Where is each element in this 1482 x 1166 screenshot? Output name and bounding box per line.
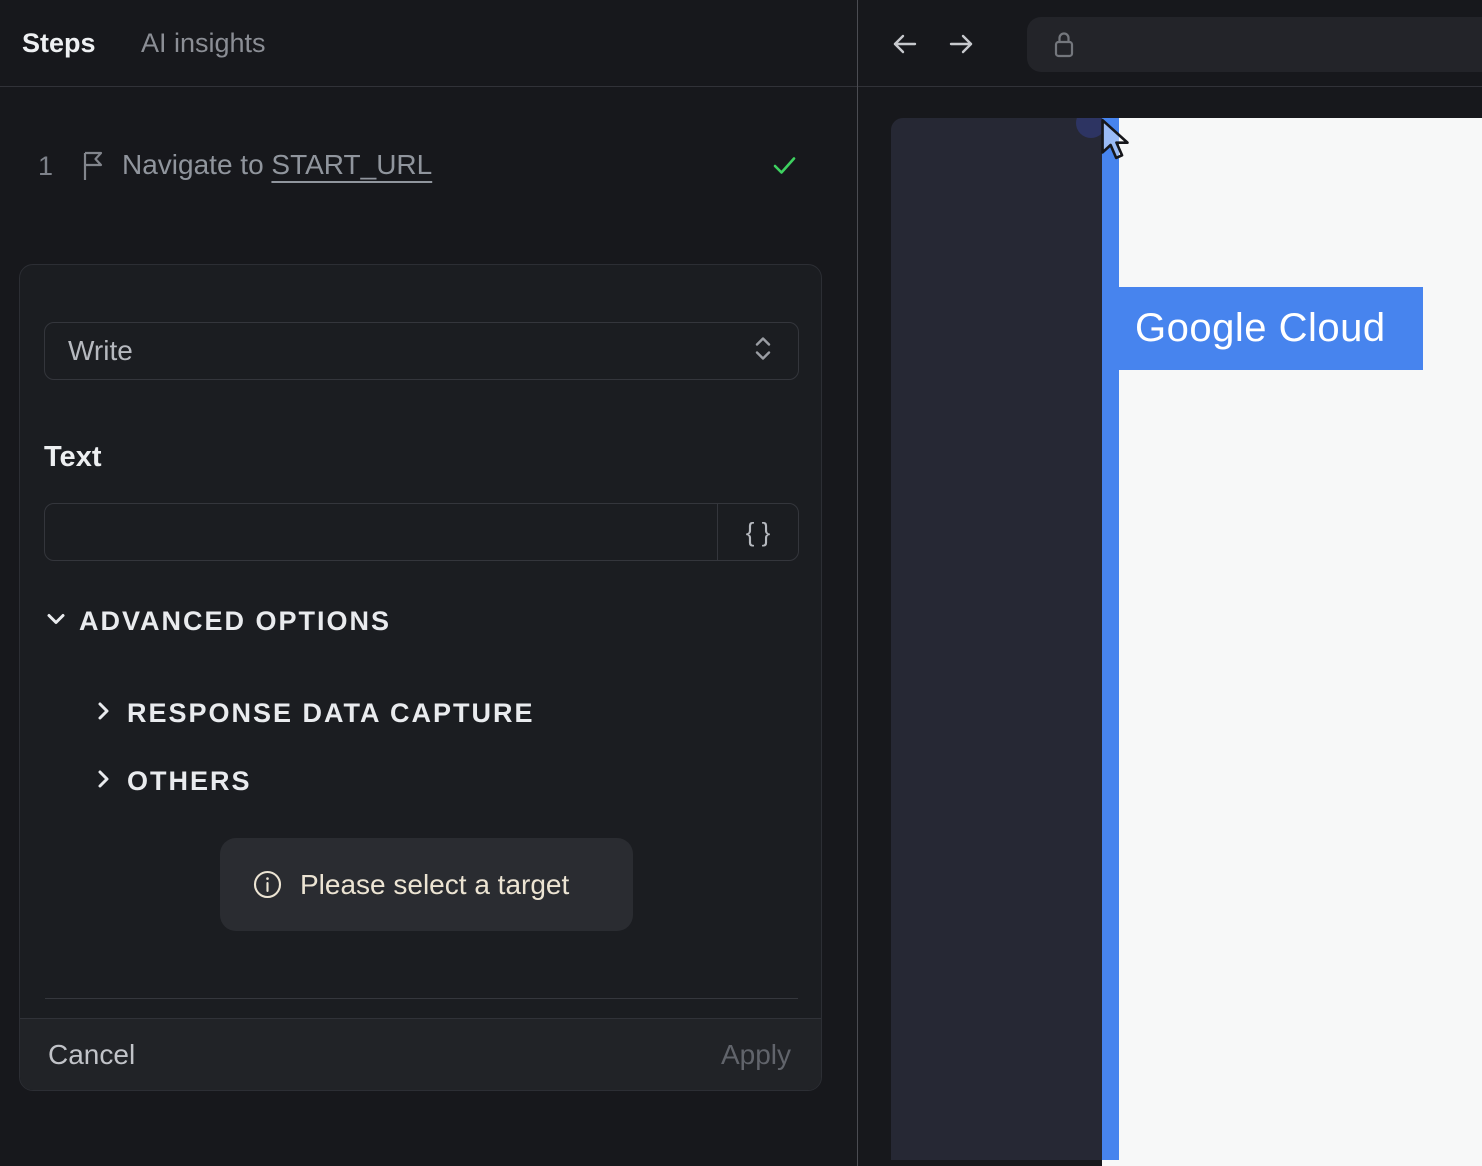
target-highlight-box[interactable]: Google Cloud: [1102, 287, 1423, 370]
highlighted-element-label: Google Cloud: [1135, 306, 1386, 350]
arrow-right-icon: [946, 29, 976, 62]
target-highlight-stripe: [1102, 118, 1119, 1160]
tab-ai-insights[interactable]: AI insights: [141, 28, 266, 59]
step-title[interactable]: Navigate to START_URL: [122, 149, 432, 181]
info-icon: [252, 869, 283, 900]
action-type-select[interactable]: Write: [44, 322, 799, 380]
browser-url-bar[interactable]: [1027, 17, 1482, 72]
cancel-button[interactable]: Cancel: [42, 1038, 141, 1072]
editor-footer: Cancel Apply: [20, 1018, 821, 1090]
lock-icon: [1051, 29, 1077, 61]
insert-variable-button[interactable]: { }: [717, 504, 798, 560]
select-target-tooltip: Please select a target: [220, 838, 633, 931]
section-others[interactable]: OTHERS: [91, 766, 252, 797]
webpage-dark-sidebar[interactable]: [891, 118, 1102, 1160]
section-label: OTHERS: [127, 766, 252, 796]
step-number: 1: [38, 151, 54, 181]
browser-viewport[interactable]: Google Cloud: [891, 118, 1482, 1166]
tooltip-text: Please select a target: [300, 868, 570, 900]
top-header: Steps AI insights: [0, 0, 1482, 87]
chevron-right-icon: [91, 699, 115, 728]
arrow-left-icon: [890, 29, 920, 62]
app-window: Steps AI insights 1 Navigate to START_UR…: [0, 0, 1482, 1166]
browser-forward-button[interactable]: [946, 29, 976, 62]
mouse-cursor-icon: [1100, 118, 1130, 167]
step-target-link[interactable]: START_URL: [271, 149, 432, 180]
step-editor-card: Write Text { } ADVANCED OPTIONS RESPONSE…: [19, 264, 822, 1091]
section-label: RESPONSE DATA CAPTURE: [127, 698, 535, 728]
card-divider: [45, 998, 798, 999]
advanced-options-toggle[interactable]: ADVANCED OPTIONS: [44, 606, 391, 637]
flag-icon: [80, 150, 107, 187]
unfold-chevrons-icon: [752, 334, 774, 369]
browser-back-button[interactable]: [890, 29, 920, 62]
text-input-group: { }: [44, 503, 799, 561]
tab-steps[interactable]: Steps: [22, 28, 96, 59]
webpage-content-area[interactable]: [1102, 118, 1482, 1166]
step-action-text: Navigate to: [122, 149, 264, 180]
text-field-label: Text: [44, 441, 102, 473]
text-input[interactable]: [45, 504, 717, 560]
panel-divider[interactable]: [857, 0, 858, 1166]
chevron-right-icon: [91, 767, 115, 796]
section-response-data-capture[interactable]: RESPONSE DATA CAPTURE: [91, 698, 535, 729]
check-success-icon: [767, 148, 801, 187]
advanced-options-label: ADVANCED OPTIONS: [79, 606, 392, 636]
chevron-down-icon: [44, 607, 68, 636]
apply-button[interactable]: Apply: [715, 1038, 797, 1072]
action-type-value: Write: [68, 335, 133, 366]
